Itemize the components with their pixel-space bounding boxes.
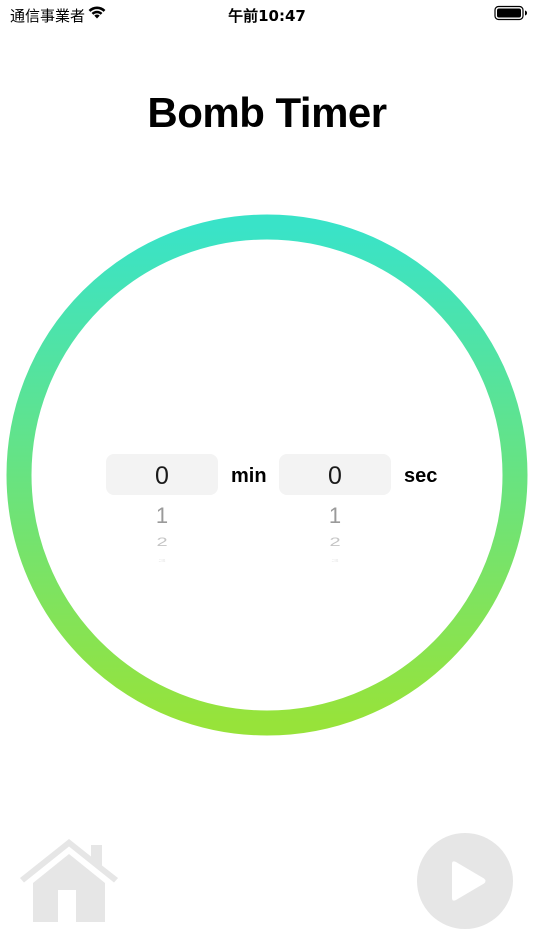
minutes-selected-value: 0: [155, 462, 169, 490]
minutes-option[interactable]: 1: [106, 503, 218, 529]
play-icon: [417, 833, 513, 929]
seconds-option[interactable]: 2: [279, 536, 391, 550]
seconds-selected-value: 0: [328, 462, 342, 490]
house-icon: [20, 839, 118, 922]
seconds-unit-label: sec: [404, 465, 438, 487]
home-button[interactable]: [18, 836, 120, 926]
seconds-option[interactable]: 1: [279, 503, 391, 529]
minutes-option[interactable]: 2: [106, 536, 218, 550]
seconds-option[interactable]: 3: [279, 558, 391, 563]
minutes-option[interactable]: 3: [106, 558, 218, 563]
minutes-unit-label: min: [231, 465, 267, 487]
play-button[interactable]: [416, 832, 514, 930]
timer-ring: [6, 214, 528, 736]
